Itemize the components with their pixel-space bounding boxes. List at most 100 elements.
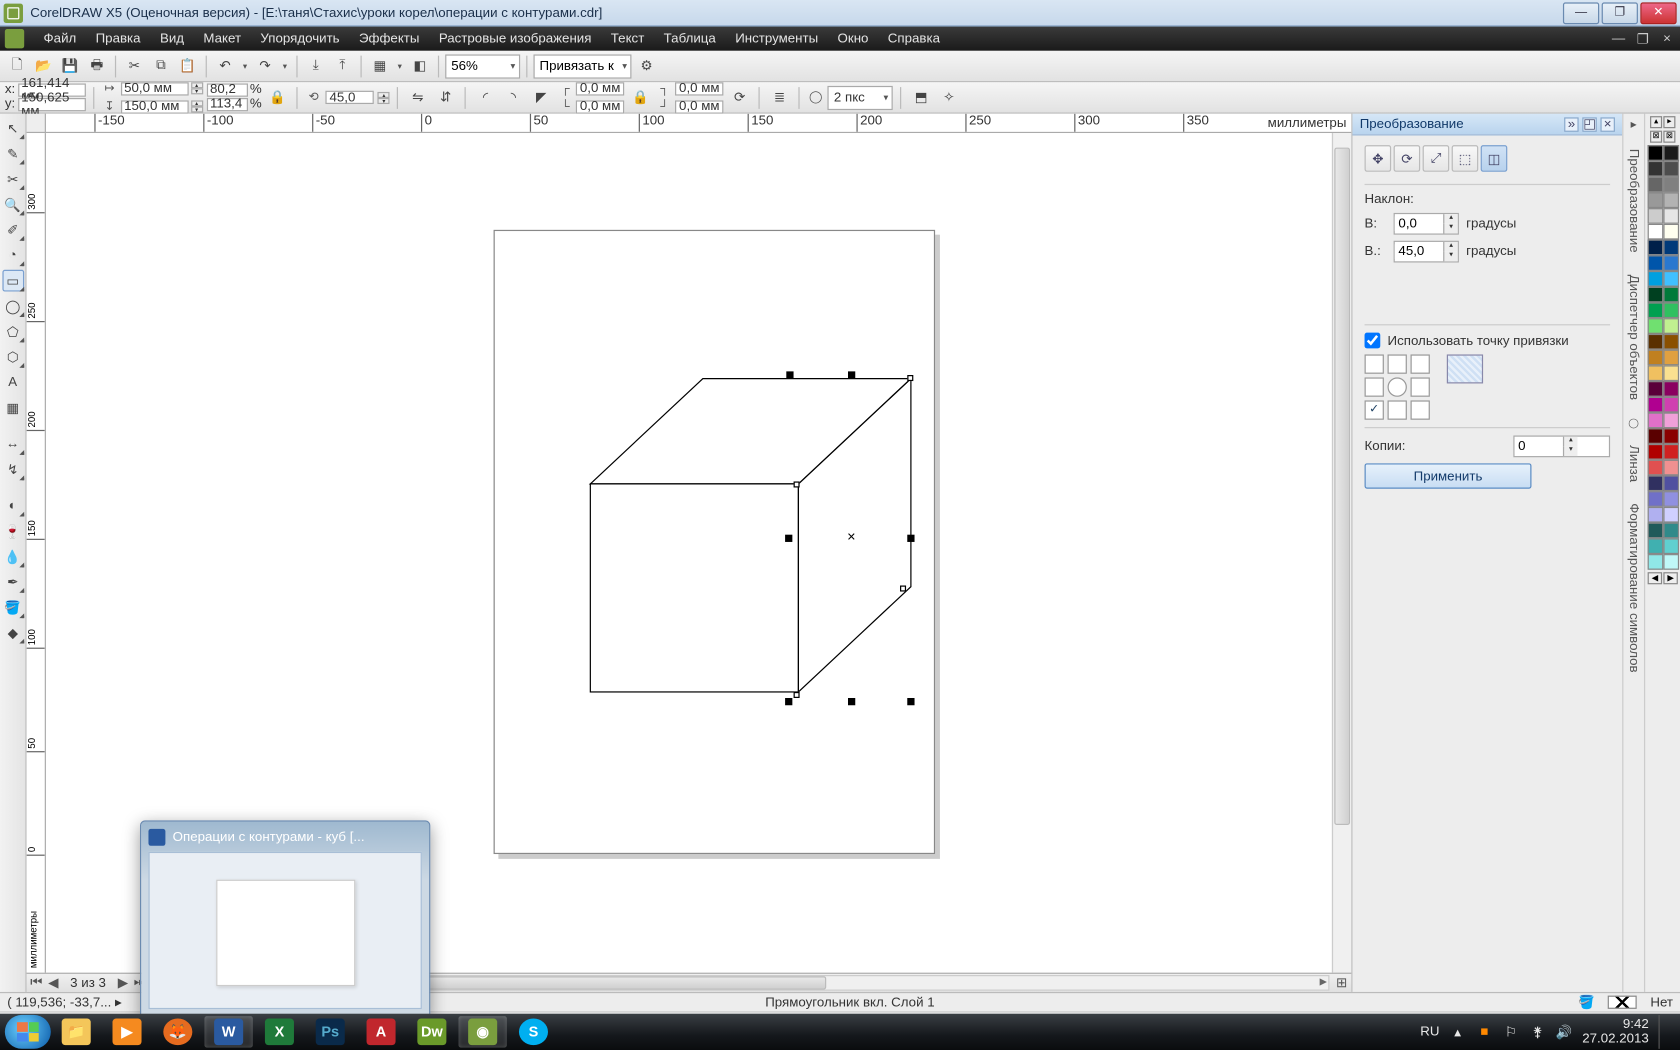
tray-app-icon[interactable]: ■ xyxy=(1476,1023,1493,1040)
color-swatch[interactable] xyxy=(1647,177,1663,193)
save-button[interactable]: 💾 xyxy=(58,54,82,78)
snap-combo[interactable]: Привязать к xyxy=(533,54,631,78)
palette-scroll-left[interactable]: ◀ xyxy=(1648,572,1663,584)
corner-lock-button[interactable]: 🔒 xyxy=(628,85,652,109)
menu-text[interactable]: Текст xyxy=(601,29,654,48)
selection-handle[interactable] xyxy=(848,698,855,705)
color-swatch[interactable] xyxy=(1663,287,1679,303)
doc-restore-button[interactable]: ❐ xyxy=(1634,31,1651,47)
palette-scroll-right[interactable]: ▶ xyxy=(1663,572,1678,584)
color-swatch[interactable] xyxy=(1647,460,1663,476)
color-swatch[interactable] xyxy=(1647,381,1663,397)
show-desktop-button[interactable] xyxy=(1658,1015,1668,1049)
paste-button[interactable]: 📋 xyxy=(175,54,199,78)
docker-undock-button[interactable]: ◰ xyxy=(1582,117,1597,132)
connector-tool[interactable]: ↯ xyxy=(2,458,24,480)
color-swatch[interactable] xyxy=(1663,240,1679,256)
open-button[interactable]: 📂 xyxy=(31,54,55,78)
palette-up-button[interactable]: ▴ xyxy=(1650,116,1662,128)
crop-tool[interactable]: ✂ xyxy=(2,168,24,190)
docker-tab-transform[interactable]: Преобразование xyxy=(1626,144,1641,258)
print-button[interactable]: 🖶 xyxy=(85,54,109,78)
height-input[interactable]: 150,0 мм xyxy=(120,100,188,113)
corner-chamfer-button[interactable]: ◤ xyxy=(529,85,553,109)
width-input[interactable]: 50,0 мм xyxy=(120,82,188,95)
menu-help[interactable]: Справка xyxy=(878,29,950,48)
menu-view[interactable]: Вид xyxy=(150,29,193,48)
apply-button[interactable]: Применить xyxy=(1365,463,1532,488)
use-anchor-checkbox[interactable] xyxy=(1365,333,1381,349)
color-swatch[interactable] xyxy=(1663,177,1679,193)
smartfill-tool[interactable]: ◔ xyxy=(2,244,24,266)
corner-bl-input[interactable]: 0,0 мм xyxy=(576,100,624,113)
selection-handle[interactable] xyxy=(907,535,914,542)
color-swatch[interactable] xyxy=(1647,554,1663,570)
color-swatch[interactable] xyxy=(1647,240,1663,256)
color-swatch[interactable] xyxy=(1663,318,1679,334)
menu-layout[interactable]: Макет xyxy=(194,29,251,48)
color-swatch[interactable] xyxy=(1647,538,1663,554)
taskbar-explorer[interactable]: 📁 xyxy=(52,1016,100,1047)
color-swatch[interactable] xyxy=(1663,381,1679,397)
selection-handle[interactable] xyxy=(848,371,855,378)
basicshapes-tool[interactable]: ⬡ xyxy=(2,346,24,368)
redo-button[interactable]: ↷ xyxy=(253,54,277,78)
table-tool[interactable]: ▦ xyxy=(2,397,24,419)
to-front-button[interactable]: ⬒ xyxy=(909,85,933,109)
vertical-scrollbar[interactable] xyxy=(1332,133,1351,973)
dimension-tool[interactable]: ↔ xyxy=(2,433,24,455)
mirror-v-button[interactable]: ⇵ xyxy=(433,85,457,109)
color-swatch[interactable] xyxy=(1663,334,1679,350)
menu-file[interactable]: Файл xyxy=(34,29,86,48)
preview-thumbnail[interactable] xyxy=(148,852,421,1009)
color-swatch[interactable] xyxy=(1647,397,1663,413)
freehand-tool[interactable]: ✐ xyxy=(2,219,24,241)
color-swatch[interactable] xyxy=(1663,475,1679,491)
taskbar-photoshop[interactable]: Ps xyxy=(306,1016,354,1047)
zoom-tool[interactable]: 🔍 xyxy=(2,194,24,216)
transform-size-tab[interactable]: ⬚ xyxy=(1452,145,1479,172)
menu-bitmaps[interactable]: Растровые изображения xyxy=(429,29,601,48)
color-swatch[interactable] xyxy=(1647,271,1663,287)
anchor-grid[interactable] xyxy=(1365,354,1430,419)
copies-input[interactable]: ▴▾ xyxy=(1513,435,1610,457)
menu-window[interactable]: Окно xyxy=(828,29,878,48)
color-swatch[interactable] xyxy=(1663,491,1679,507)
taskbar-excel[interactable]: X xyxy=(255,1016,303,1047)
zoom-combo[interactable]: 56% xyxy=(445,54,520,78)
color-swatch[interactable] xyxy=(1647,475,1663,491)
color-swatch[interactable] xyxy=(1663,397,1679,413)
taskbar-skype[interactable]: S xyxy=(509,1016,557,1047)
export-button[interactable]: ⤒ xyxy=(330,54,354,78)
taskbar-word[interactable]: W xyxy=(204,1016,252,1047)
skew-v-input[interactable]: ▴▾ xyxy=(1394,241,1459,263)
color-swatch[interactable] xyxy=(1647,413,1663,429)
color-swatch[interactable] xyxy=(1663,554,1679,570)
menu-effects[interactable]: Эффекты xyxy=(349,29,429,48)
height-spinner[interactable]: ▴▾ xyxy=(191,100,203,112)
page-next-button[interactable]: ▶ xyxy=(116,975,131,991)
tray-show-hidden-icon[interactable]: ▴ xyxy=(1449,1023,1466,1040)
fill-indicator-icon[interactable]: 🪣 xyxy=(1578,994,1595,1010)
taskbar-firefox[interactable]: 🦊 xyxy=(154,1016,202,1047)
color-swatch[interactable] xyxy=(1663,302,1679,318)
palette-nofill-right[interactable]: ⊠ xyxy=(1663,131,1675,143)
shape-tool[interactable]: ✎ xyxy=(2,143,24,165)
doc-minimize-button[interactable]: — xyxy=(1610,31,1627,47)
node-handle[interactable] xyxy=(794,692,800,698)
outline-tool[interactable]: ✒ xyxy=(2,571,24,593)
color-swatch[interactable] xyxy=(1663,507,1679,523)
relative-corner-button[interactable]: ⟳ xyxy=(727,85,751,109)
scaley-input[interactable]: 113,4 xyxy=(206,98,247,111)
color-swatch[interactable] xyxy=(1647,145,1663,161)
docker-tab-lens[interactable]: Линза xyxy=(1626,440,1641,487)
color-swatch[interactable] xyxy=(1647,287,1663,303)
app-launcher-button[interactable]: ▦ xyxy=(368,54,392,78)
taskbar-mediaplayer[interactable]: ▶ xyxy=(103,1016,151,1047)
color-swatch[interactable] xyxy=(1663,428,1679,444)
mirror-h-button[interactable]: ⇋ xyxy=(406,85,430,109)
color-swatch[interactable] xyxy=(1647,428,1663,444)
outline-width-combo[interactable]: 2 пкс xyxy=(828,85,893,109)
transform-rotate-tab[interactable]: ⟳ xyxy=(1394,145,1421,172)
color-swatch[interactable] xyxy=(1647,208,1663,224)
